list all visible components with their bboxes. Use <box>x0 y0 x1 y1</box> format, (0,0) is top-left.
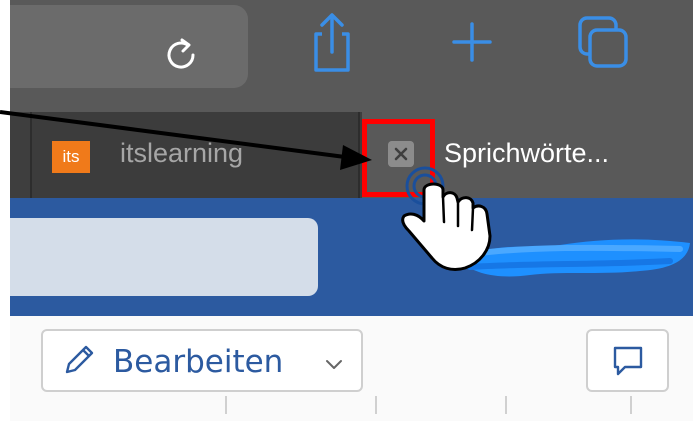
search-field[interactable] <box>10 218 318 296</box>
tab-label: Sprichwörte... <box>444 138 610 168</box>
pencil-icon <box>65 345 94 374</box>
address-bar[interactable] <box>10 5 248 88</box>
ruler-tick <box>225 396 227 414</box>
tab-bar: its itslearning Sprichwörte... <box>10 112 693 198</box>
redacted-scribble <box>460 239 690 277</box>
edit-button-label: Bearbeiten <box>113 344 284 380</box>
close-button-highlight <box>362 119 435 197</box>
ruler-tick <box>375 396 377 414</box>
browser-frame: its itslearning Sprichwörte... Bearbeite… <box>10 0 693 421</box>
chevron-down-icon <box>326 360 342 369</box>
tab-sprichwoerter[interactable]: Sprichwörte... <box>362 112 693 198</box>
ruler-tick <box>505 396 507 414</box>
command-bar: Bearbeiten <box>10 316 693 421</box>
comment-icon <box>613 346 643 376</box>
tab-label: itslearning <box>120 138 244 168</box>
itslearning-favicon: its <box>52 141 90 173</box>
new-tab-plus-icon[interactable] <box>440 10 504 74</box>
reload-icon[interactable] <box>160 33 202 75</box>
share-icon[interactable] <box>300 10 364 74</box>
comment-button[interactable] <box>586 329 669 392</box>
edit-button[interactable]: Bearbeiten <box>41 329 363 392</box>
ruler-tick <box>630 396 632 414</box>
browser-toolbar <box>10 0 693 112</box>
tab-itslearning[interactable]: its itslearning <box>30 112 360 198</box>
page-header <box>10 198 693 316</box>
tabs-overview-icon[interactable] <box>570 10 634 74</box>
